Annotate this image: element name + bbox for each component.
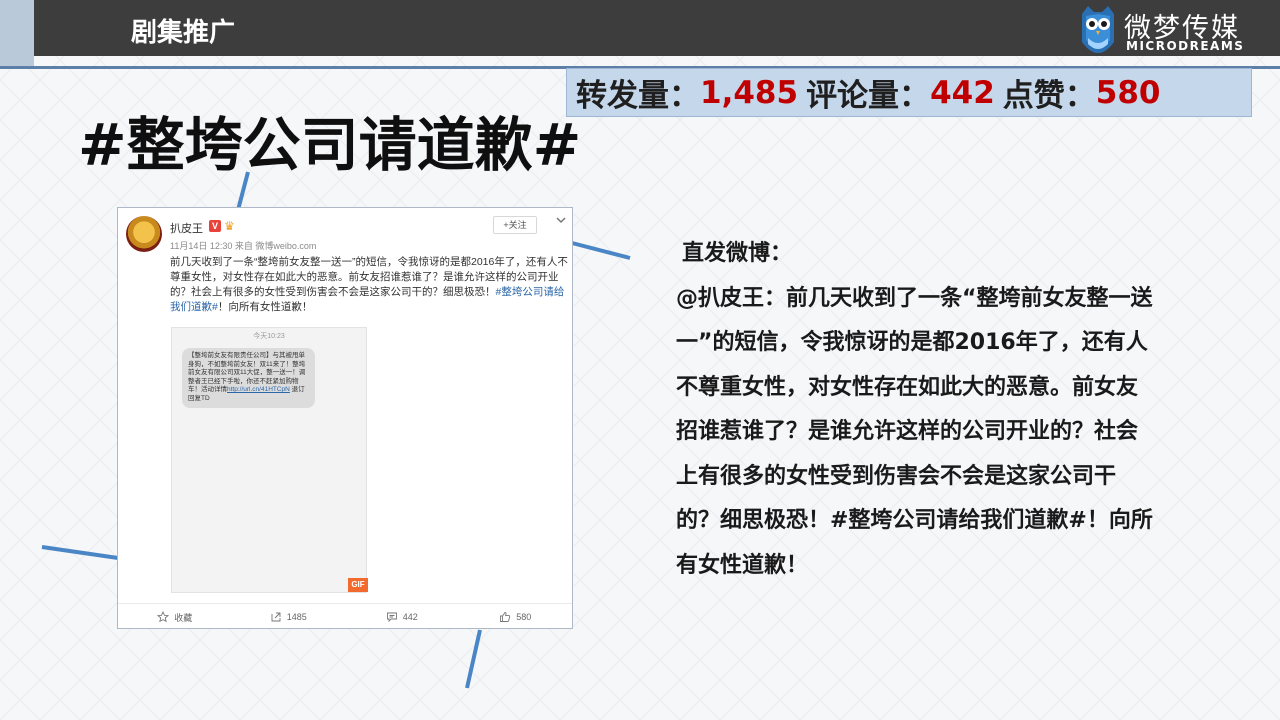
post-transcript: 直发微博： @扒皮王：前几天收到了一条“整垮前女友整一送一”的短信，令我惊讶的是… [676, 232, 1156, 588]
weibo-post-screenshot: 扒皮王 V ♛ 11月14日 12:30 来自 微博weibo.com +关注 … [117, 207, 573, 629]
stats-banner: 转发量： 1,485 评论量： 442 点赞： 580 [566, 68, 1252, 117]
repost-label: 转发量： [576, 78, 700, 114]
sms-link: http://url.cn/41HTCpN [227, 386, 290, 393]
chevron-down-icon[interactable] [555, 214, 567, 226]
comment-footer-count: 442 [402, 612, 418, 622]
post-action-bar: 收藏 1485 442 580 [118, 603, 572, 630]
page-headline: #整垮公司请道歉# [78, 111, 582, 179]
post-text-tail: ！向所有女性道歉！ [217, 301, 313, 313]
post-gif-image[interactable]: 今天10:23 【整垮前女友有限责任公司】与其被甩单身狗，不如整垮前女友！双11… [171, 327, 368, 593]
sms-bubble: 【整垮前女友有限责任公司】与其被甩单身狗，不如整垮前女友！双11来了！整垮前女友… [182, 348, 315, 408]
star-icon [157, 611, 170, 623]
company-logo: 微梦传媒 MICRODREAMS [1078, 4, 1264, 60]
follow-button[interactable]: +关注 [493, 216, 537, 234]
section-title: 剧集推广 [131, 18, 236, 48]
share-icon [271, 612, 281, 622]
like-count: 580 [1095, 74, 1161, 111]
post-meta: 11月14日 12:30 来自 微博weibo.com [170, 241, 317, 251]
avatar[interactable] [126, 216, 162, 252]
post-transcript-text: @扒皮王：前几天收到了一条“整垮前女友整一送一”的短信，令我惊讶的是都2016年… [676, 285, 1153, 578]
post-transcript-label: 直发微博： [682, 241, 793, 266]
header-left-accent [0, 0, 34, 68]
sms-timestamp: 今天10:23 [253, 333, 285, 340]
comment-count: 442 [930, 74, 995, 111]
post-text: 前几天收到了一条“整垮前女友整一送一”的短信，令我惊讶的是都2016年了，还有人… [170, 255, 568, 315]
like-footer-count: 580 [516, 612, 532, 622]
comment-icon [386, 612, 397, 623]
repost-button[interactable]: 1485 [232, 604, 346, 630]
crown-icon: ♛ [224, 219, 235, 233]
repost-footer-count: 1485 [286, 612, 307, 622]
owl-logo-icon [1082, 6, 1114, 53]
post-author-name[interactable]: 扒皮王 [170, 220, 203, 236]
like-button[interactable]: 580 [459, 604, 573, 630]
comment-button[interactable]: 442 [345, 604, 459, 630]
gif-badge: GIF [348, 578, 368, 592]
verified-badge: V [209, 220, 221, 232]
like-label: 点赞： [1002, 78, 1096, 114]
favorite-label: 收藏 [174, 612, 193, 623]
comment-label: 评论量： [806, 78, 931, 114]
thumb-up-icon [500, 612, 511, 622]
logo-text-en: MICRODREAMS [1126, 39, 1245, 53]
repost-count: 1,485 [700, 74, 799, 111]
favorite-button[interactable]: 收藏 [118, 604, 232, 630]
